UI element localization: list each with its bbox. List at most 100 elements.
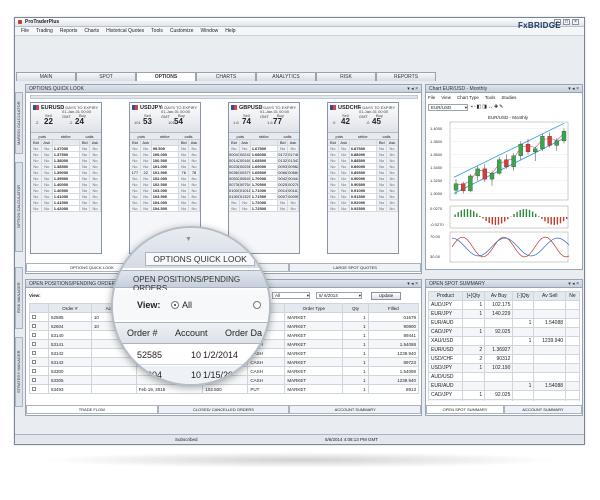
row-checkbox[interactable] xyxy=(32,315,36,320)
row-checkbox[interactable] xyxy=(32,342,36,347)
menu-item-tools[interactable]: Tools xyxy=(151,28,163,34)
quote-cell[interactable]: 00444 xyxy=(288,176,299,181)
quote-row[interactable]: No OfferNo Offer0.92500No OfferNo Offer xyxy=(328,206,398,212)
quote-cell[interactable]: No Offer xyxy=(41,164,53,169)
quote-cell[interactable]: No Offer xyxy=(328,206,339,211)
quote-cell[interactable]: No Offer xyxy=(239,200,251,205)
quote-cell[interactable]: No Offer xyxy=(140,176,152,181)
buy-price[interactable]: 24 xyxy=(75,117,84,126)
chart-menu-chart-type[interactable]: Chart Type xyxy=(457,95,479,102)
quote-cell[interactable]: No Offer xyxy=(130,158,141,163)
row-checkbox[interactable] xyxy=(32,387,36,392)
quote-cell[interactable]: No Offer xyxy=(377,152,388,157)
quote-cell[interactable]: 00666 xyxy=(278,170,289,175)
side-tab-option-calculator[interactable]: OPTION CALCULATOR xyxy=(15,162,23,252)
positions-controls[interactable]: ▾ ◂ × xyxy=(407,280,421,288)
row-checkbox-cell[interactable] xyxy=(29,321,50,331)
maximize-button[interactable]: □ xyxy=(563,19,570,25)
quote-cell[interactable]: No Offer xyxy=(239,206,251,211)
quote-cell[interactable]: No Offer xyxy=(31,182,42,187)
spot-row[interactable]: EUR/JPY 1 140.229 xyxy=(428,309,580,319)
quote-cell[interactable]: No Offer xyxy=(387,170,398,175)
quote-cell[interactable]: No Offer xyxy=(387,164,398,169)
quote-cell[interactable]: No Offer xyxy=(140,182,152,187)
menu-item-customize[interactable]: Customize xyxy=(170,28,194,34)
mag-row[interactable]: 52604 10 1/15/20 xyxy=(113,366,269,384)
quote-cell[interactable]: No Offer xyxy=(80,206,91,211)
spot-col-header[interactable]: [+]Qty xyxy=(461,291,486,301)
quote-cell[interactable]: 01011 xyxy=(239,188,251,193)
quote-cell[interactable]: No Offer xyxy=(90,158,101,163)
quote-cell[interactable]: No Offer xyxy=(31,146,42,151)
quote-cell[interactable]: No Offer xyxy=(80,146,91,151)
quote-cell[interactable]: 00736 xyxy=(229,182,240,187)
quote-cell[interactable]: No Offer xyxy=(80,176,91,181)
buy-price[interactable]: 77 xyxy=(273,117,282,126)
row-checkbox[interactable] xyxy=(32,360,36,365)
spot-row[interactable]: AUD/JPY 1 102.175 xyxy=(428,300,580,310)
quote-cell[interactable]: No Offer xyxy=(41,182,53,187)
quote-cell[interactable]: No Offer xyxy=(140,188,152,193)
quote-cell[interactable]: No Offer xyxy=(377,194,388,199)
quote-cell[interactable]: No Offer xyxy=(80,158,91,163)
side-tab-margin-calculator[interactable]: MARGIN CALCULATOR xyxy=(15,92,23,154)
quote-cell[interactable]: No Offer xyxy=(80,164,91,169)
quote-cell[interactable]: No Offer xyxy=(179,194,190,199)
quote-cell[interactable]: 00754 xyxy=(239,182,251,187)
menu-item-charts[interactable]: Charts xyxy=(84,28,99,34)
quote-cell[interactable]: No Offer xyxy=(140,164,152,169)
quote-cell[interactable]: 00041 xyxy=(229,152,240,157)
bottom-tab-closed-cancelled-orders[interactable]: CLOSED/ CANCELLED ORDERS xyxy=(157,405,290,414)
quote-cell[interactable]: No Offer xyxy=(338,152,350,157)
quote-cell[interactable]: No Offer xyxy=(179,176,190,181)
quote-cell[interactable]: No Offer xyxy=(377,188,388,193)
quote-row[interactable]: No OfferNo Offer104.500No OfferNo Offer xyxy=(130,206,200,212)
mag-radio-all[interactable] xyxy=(171,301,179,309)
quote-cell[interactable]: No Offer xyxy=(387,182,398,187)
quote-cell[interactable]: No Offer xyxy=(179,164,190,169)
quote-cell[interactable]: No Offer xyxy=(377,146,388,151)
bottom-tab-large-spot-quotes[interactable]: LARGE SPOT QUOTES xyxy=(289,263,422,272)
quote-cell[interactable]: 00258 xyxy=(278,182,289,187)
sell-price[interactable]: 74 xyxy=(242,117,251,126)
quote-cell[interactable]: No Offer xyxy=(41,158,53,163)
col-header-qty[interactable]: Qty xyxy=(342,303,369,313)
quote-cell[interactable]: No Offer xyxy=(328,194,339,199)
quote-cell[interactable]: No Offer xyxy=(130,182,141,187)
mag-tab[interactable]: OPTIONS QUICK LOOK xyxy=(145,252,255,266)
quote-cell[interactable]: No Offer xyxy=(387,200,398,205)
chart-menu-file[interactable]: File xyxy=(428,95,435,102)
tab-options[interactable]: OPTIONS xyxy=(136,72,196,81)
quote-cell[interactable]: No Offer xyxy=(278,146,289,151)
quote-cell[interactable]: No Offer xyxy=(288,146,299,151)
quote-row[interactable]: No OfferNo Offer1.72500No OfferNo Offer xyxy=(229,206,299,212)
quote-cell[interactable]: 00425 xyxy=(278,176,289,181)
quote-cell[interactable]: No Offer xyxy=(140,152,152,157)
quote-cell[interactable]: No Offer xyxy=(31,200,42,205)
quote-cell[interactable]: No Offer xyxy=(288,206,299,211)
quote-cell[interactable]: 78 xyxy=(189,170,200,175)
menu-item-reports[interactable]: Reports xyxy=(60,28,78,34)
quote-cell[interactable]: No Offer xyxy=(130,152,141,157)
quote-cell[interactable]: No Offer xyxy=(189,146,200,151)
quote-cell[interactable]: No Offer xyxy=(179,146,190,151)
quote-cell[interactable]: No Offer xyxy=(90,182,101,187)
quote-cell[interactable]: 00379 xyxy=(239,170,251,175)
quote-cell[interactable]: 00934 xyxy=(278,164,289,169)
quote-cell[interactable]: No Offer xyxy=(189,200,200,205)
quote-cell[interactable]: No Offer xyxy=(338,182,350,187)
sell-price[interactable]: 22 xyxy=(44,117,53,126)
date-filter-select[interactable]: All ▾ xyxy=(272,292,310,299)
quote-cell[interactable]: No Offer xyxy=(387,194,398,199)
bottom-tab-account-summary[interactable]: ACCOUNT SUMMARY xyxy=(289,405,422,414)
spot-row[interactable]: USD/JPY 1 102.190 xyxy=(428,363,580,373)
quote-cell[interactable]: No Offer xyxy=(229,200,240,205)
quote-cell[interactable]: No Offer xyxy=(338,194,350,199)
spot-row[interactable]: CAD/JPY 1 92.025 xyxy=(428,390,580,400)
spot-col-header[interactable]: Product xyxy=(428,291,463,301)
quote-cell[interactable]: No Offer xyxy=(189,176,200,181)
quote-cell[interactable]: No Offer xyxy=(179,206,190,211)
mag-col-header[interactable]: Order Da xyxy=(225,328,262,338)
update-button[interactable]: Update xyxy=(371,292,401,300)
quote-cell[interactable]: No Offer xyxy=(328,182,339,187)
